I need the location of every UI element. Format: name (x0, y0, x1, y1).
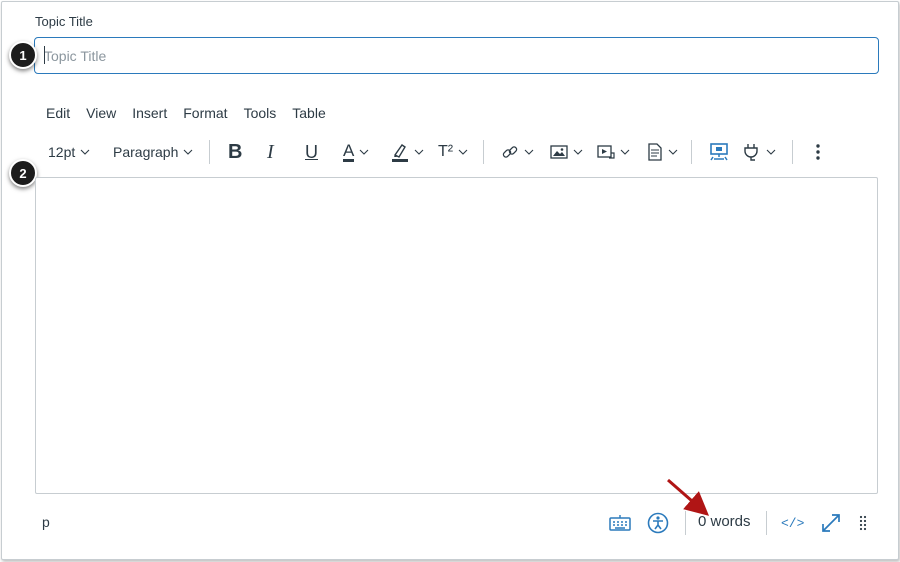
menu-edit[interactable]: Edit (46, 105, 70, 121)
link-icon (502, 146, 518, 158)
chevron-down-icon (766, 149, 776, 155)
media-icon (597, 145, 615, 159)
highlighter-icon (392, 144, 408, 162)
chevron-down-icon (620, 149, 630, 155)
accessibility-checker-button[interactable] (647, 510, 669, 536)
document-icon (648, 143, 662, 161)
resize-handle[interactable] (859, 510, 867, 536)
fullscreen-button[interactable] (820, 510, 842, 536)
chevron-down-icon (458, 149, 468, 155)
superscript-button[interactable]: T² (438, 138, 468, 166)
plug-icon (744, 144, 758, 161)
topic-title-label: Topic Title (35, 14, 93, 29)
callout-badge-1: 1 (9, 41, 37, 69)
html-editor-button[interactable]: </> (781, 510, 804, 536)
chevron-down-icon (524, 149, 534, 155)
menu-format[interactable]: Format (183, 105, 227, 121)
chevron-down-icon (668, 149, 678, 155)
chevron-down-icon (414, 149, 424, 155)
accessibility-icon (647, 512, 669, 534)
rich-content-editor-area[interactable] (35, 177, 878, 494)
chevron-down-icon (359, 149, 369, 155)
chevron-down-icon (184, 149, 193, 155)
menu-view[interactable]: View (86, 105, 116, 121)
toolbar-divider (483, 140, 484, 164)
text-color-glyph: A (343, 141, 355, 162)
keyboard-icon (609, 515, 631, 531)
chevron-down-icon (80, 149, 90, 155)
statusbar-divider (685, 511, 686, 535)
font-size-value: 12pt (48, 144, 76, 160)
block-format-dropdown[interactable]: Paragraph (113, 138, 193, 166)
toolbar-divider (792, 140, 793, 164)
editor-menubar: Edit View Insert Format Tools Table (46, 105, 342, 121)
italic-button[interactable]: I (267, 138, 274, 166)
document-button[interactable] (647, 138, 678, 166)
chevron-down-icon (573, 149, 583, 155)
text-caret (44, 46, 45, 64)
callout-badge-2: 2 (9, 159, 37, 187)
menu-insert[interactable]: Insert (132, 105, 167, 121)
bold-button[interactable]: B (228, 138, 242, 166)
text-color-button[interactable]: A (343, 138, 369, 166)
keyboard-shortcuts-button[interactable] (609, 510, 631, 536)
word-count[interactable]: 0 words (698, 513, 751, 530)
image-button[interactable] (550, 138, 583, 166)
editor-toolbar: 12pt Paragraph B I U A T² (40, 138, 840, 166)
fullscreen-icon (822, 514, 840, 532)
superscript-glyph: T² (438, 143, 454, 160)
topic-title-input[interactable] (34, 37, 879, 74)
font-size-dropdown[interactable]: 12pt (48, 138, 90, 166)
block-format-value: Paragraph (113, 144, 179, 160)
element-path[interactable]: p (42, 514, 50, 530)
menu-table[interactable]: Table (292, 105, 325, 121)
media-button[interactable] (597, 138, 630, 166)
resize-handle-icon (859, 515, 867, 531)
image-icon (550, 145, 568, 159)
statusbar-divider (766, 511, 767, 535)
more-vertical-icon (816, 144, 820, 160)
toolbar-divider (209, 140, 210, 164)
link-button[interactable] (501, 138, 534, 166)
menu-tools[interactable]: Tools (244, 105, 277, 121)
plugins-button[interactable] (743, 138, 776, 166)
underline-button[interactable]: U (305, 138, 318, 166)
apps-button[interactable] (709, 138, 729, 166)
more-options-button[interactable] (815, 138, 821, 166)
highlight-color-button[interactable] (391, 138, 424, 166)
toolbar-divider (691, 140, 692, 164)
html-editor-icon: </> (781, 515, 805, 531)
apps-icon (710, 143, 728, 161)
